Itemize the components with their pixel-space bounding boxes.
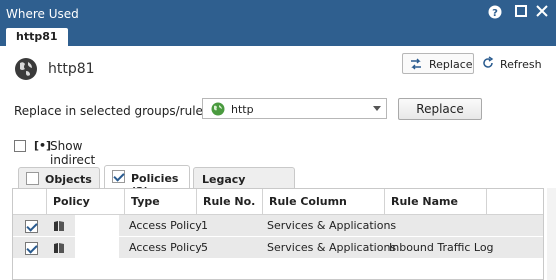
tab-policies[interactable]: Policies (2) xyxy=(104,165,190,198)
indirect-usage-icon: [•] xyxy=(34,139,52,152)
policy-name-redacted xyxy=(75,237,119,259)
header-policy[interactable]: Policy xyxy=(47,189,125,215)
window-titlebar: Where Used ? xyxy=(0,0,556,28)
close-icon[interactable] xyxy=(533,5,551,23)
tab-legacy-objects[interactable]: Legacy objects (0) xyxy=(193,167,295,199)
replace-button[interactable]: Replace xyxy=(398,98,482,120)
globe-icon xyxy=(14,57,38,81)
show-indirect-checkbox[interactable] xyxy=(14,140,26,152)
usage-table: Policy Type Rule No. Rule Column Rule Na… xyxy=(12,188,544,280)
header-rule-column[interactable]: Rule Column xyxy=(263,189,385,215)
chevron-down-icon[interactable] xyxy=(373,106,381,111)
refresh-label: Refresh xyxy=(500,58,542,71)
object-name: http81 xyxy=(48,61,95,77)
cell-rule-name: Inbound Traffic Log xyxy=(389,241,494,254)
tab-http81[interactable]: http81 xyxy=(6,28,68,46)
vertical-scrollbar[interactable] xyxy=(547,188,556,280)
policy-book-icon xyxy=(53,242,65,254)
window-title: Where Used xyxy=(6,7,79,21)
cell-type: Access Policy xyxy=(129,241,202,254)
refresh-button[interactable]: Refresh xyxy=(481,55,542,73)
help-icon[interactable]: ? xyxy=(486,5,504,23)
cell-rule-column: Services & Applications xyxy=(267,219,397,232)
replace-header-button[interactable]: Replace xyxy=(402,53,474,74)
network-globe-icon xyxy=(211,102,225,116)
cell-type: Access Policy xyxy=(129,219,202,232)
cell-rule-no: 1 xyxy=(201,219,208,232)
tab-objects-checkbox[interactable] xyxy=(26,172,39,185)
tab-policies-checkbox[interactable] xyxy=(112,170,125,183)
tab-objects[interactable]: Objects (0) xyxy=(18,167,100,199)
svg-text:?: ? xyxy=(492,8,498,19)
row-checkbox[interactable] xyxy=(25,220,38,233)
header-select-column xyxy=(13,189,47,215)
table-header: Policy Type Rule No. Rule Column Rule Na… xyxy=(13,189,543,215)
replacement-select[interactable]: http xyxy=(202,98,387,119)
replace-icon xyxy=(409,57,423,71)
header-type[interactable]: Type xyxy=(125,189,197,215)
policy-name-redacted xyxy=(75,215,119,237)
replacement-select-value: http xyxy=(231,103,254,116)
refresh-icon xyxy=(481,56,495,70)
window-tabstrip: http81 xyxy=(0,28,556,46)
maximize-icon[interactable] xyxy=(512,5,530,23)
table-row[interactable]: Access Policy 1 Services & Applications xyxy=(13,215,543,237)
policy-book-icon xyxy=(53,220,65,232)
cell-rule-no: 5 xyxy=(201,241,208,254)
table-row[interactable]: Access Policy 5 Services & Applications … xyxy=(13,237,543,259)
header-rule-name[interactable]: Rule Name xyxy=(385,189,487,215)
row-checkbox[interactable] xyxy=(25,242,38,255)
header-rule-no[interactable]: Rule No. xyxy=(197,189,263,215)
replace-header-label: Replace xyxy=(429,58,473,71)
cell-rule-column: Services & Applications xyxy=(267,241,397,254)
cell-rule-name xyxy=(383,215,389,237)
